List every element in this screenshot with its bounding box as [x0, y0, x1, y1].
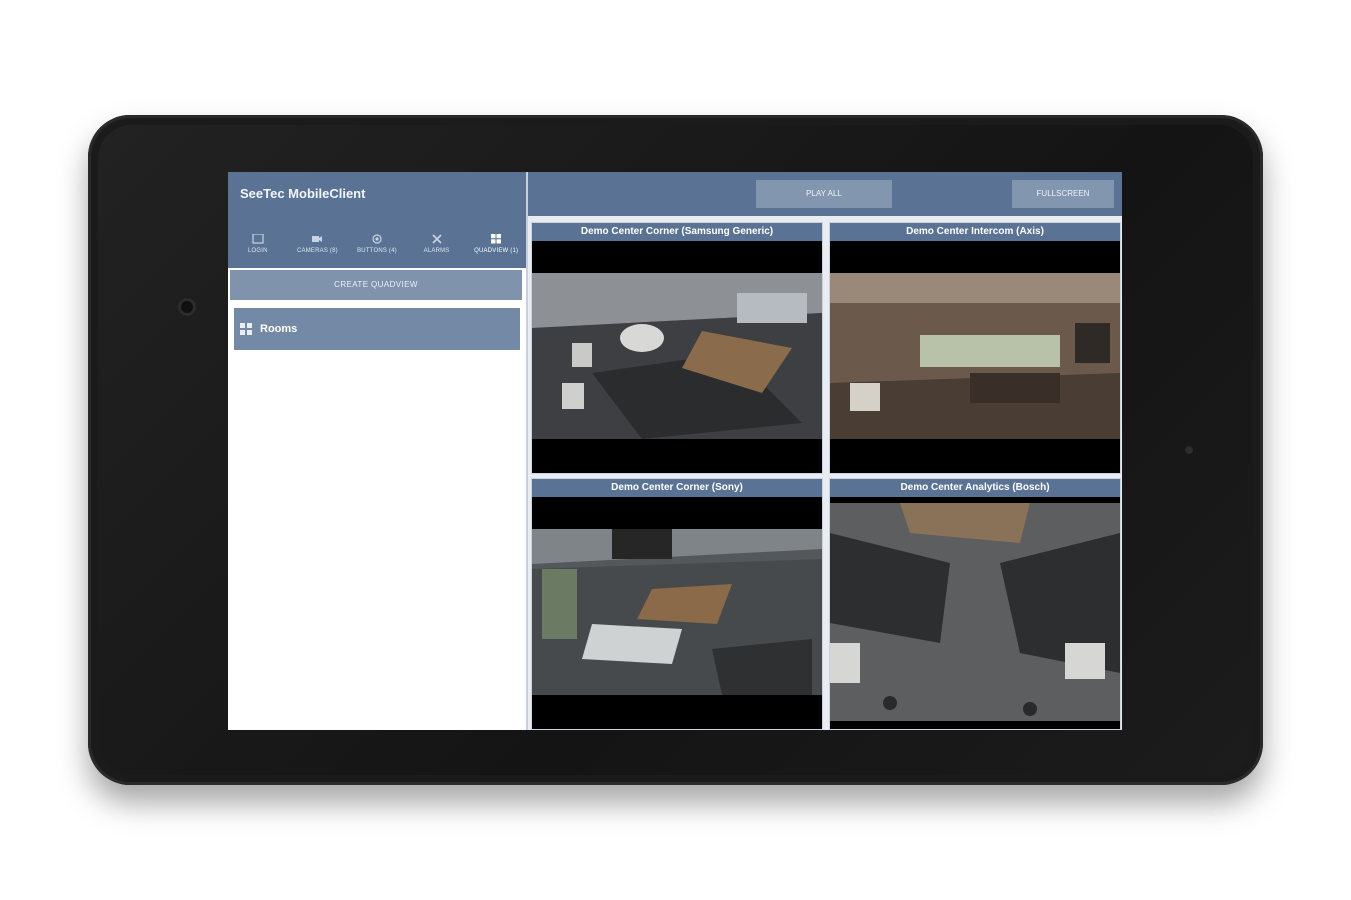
quadview-icon — [491, 234, 502, 244]
camera-video[interactable] — [830, 273, 1120, 439]
nav-cameras[interactable]: CAMERAS (8) — [288, 224, 348, 264]
sidebar-header: SeeTec MobileClient LOGIN CAMERAS (8) BU… — [228, 172, 526, 268]
nav-bar: LOGIN CAMERAS (8) BUTTONS (4) ALARMS QUA… — [228, 224, 526, 264]
nav-label: BUTTONS (4) — [357, 248, 397, 254]
nav-alarms[interactable]: ALARMS — [407, 224, 467, 264]
front-camera — [178, 298, 196, 316]
camera-video[interactable] — [532, 529, 822, 695]
list-item-label: Rooms — [260, 323, 298, 335]
play-all-button[interactable]: PLAY ALL — [756, 180, 892, 208]
video-frame — [532, 529, 822, 695]
sensor — [1185, 446, 1193, 454]
nav-label: CAMERAS (8) — [296, 248, 338, 254]
camera-title: Demo Center Analytics (Bosch) — [830, 479, 1120, 497]
camera-title: Demo Center Corner (Samsung Generic) — [532, 223, 822, 241]
camera-icon — [312, 236, 323, 242]
main-panel: PLAY ALL FULLSCREEN Demo Center Corner (… — [528, 172, 1122, 730]
alarm-icon — [432, 234, 442, 244]
camera-video[interactable] — [532, 273, 822, 439]
video-frame — [532, 273, 822, 439]
login-icon — [252, 234, 264, 244]
list-item-rooms[interactable]: Rooms — [234, 308, 520, 350]
camera-title: Demo Center Intercom (Axis) — [830, 223, 1120, 241]
camera-tile[interactable]: Demo Center Analytics (Bosch) — [829, 478, 1121, 730]
quadview-grid: Demo Center Corner (Samsung Generic) Dem… — [528, 220, 1122, 730]
top-toolbar: PLAY ALL FULLSCREEN — [528, 172, 1122, 216]
camera-tile[interactable]: Demo Center Corner (Sony) — [531, 478, 823, 730]
camera-title: Demo Center Corner (Sony) — [532, 479, 822, 497]
app-screen: SeeTec MobileClient LOGIN CAMERAS (8) BU… — [228, 172, 1122, 730]
nav-label: QUADVIEW (1) — [474, 248, 519, 254]
nav-quadview[interactable]: QUADVIEW (1) — [466, 224, 526, 264]
app-title: SeeTec MobileClient — [240, 186, 366, 201]
button-icon — [372, 234, 382, 244]
nav-label: LOGIN — [247, 248, 268, 254]
video-frame — [830, 503, 1120, 721]
nav-label: ALARMS — [423, 248, 450, 254]
nav-login[interactable]: LOGIN — [228, 224, 288, 264]
create-quadview-button[interactable]: CREATE QUADVIEW — [230, 270, 522, 300]
nav-buttons[interactable]: BUTTONS (4) — [347, 224, 407, 264]
video-frame — [830, 273, 1120, 439]
camera-tile[interactable]: Demo Center Corner (Samsung Generic) — [531, 222, 823, 474]
quadview-icon — [240, 323, 252, 335]
camera-video[interactable] — [830, 503, 1120, 721]
camera-tile[interactable]: Demo Center Intercom (Axis) — [829, 222, 1121, 474]
sidebar: SeeTec MobileClient LOGIN CAMERAS (8) BU… — [228, 172, 528, 730]
fullscreen-button[interactable]: FULLSCREEN — [1012, 180, 1114, 208]
